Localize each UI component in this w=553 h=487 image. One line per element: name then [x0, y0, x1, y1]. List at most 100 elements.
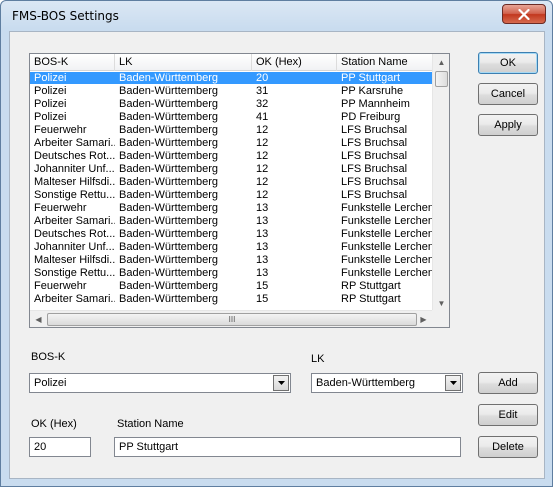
cell-lk: Baden-Württemberg	[119, 163, 219, 175]
column-header-lk[interactable]: LK	[115, 54, 252, 71]
cell-lk: Baden-Württemberg	[119, 189, 219, 201]
cell-station-name: RP Stuttgart	[341, 280, 401, 292]
vertical-scrollbar[interactable]: ▲ ▼	[432, 54, 449, 312]
edit-button[interactable]: Edit	[478, 404, 538, 426]
cell-okhex: 13	[256, 202, 269, 214]
cell-station-name: LFS Bruchsal	[341, 137, 408, 149]
cell-bosk: Sonstige Rettu...	[34, 189, 115, 201]
okhex-field[interactable]	[29, 437, 91, 457]
lk-label: LK	[311, 353, 325, 365]
chevron-down-icon[interactable]	[273, 375, 289, 391]
delete-button[interactable]: Delete	[478, 436, 538, 458]
cell-okhex: 13	[256, 228, 269, 240]
ok-button[interactable]: OK	[478, 52, 538, 74]
table-row[interactable]: Feuerwehr Baden-Württemberg 12 LFS Bruchsal	[30, 124, 432, 136]
cell-okhex: 41	[256, 111, 269, 123]
apply-button[interactable]: Apply	[478, 114, 538, 136]
table-row[interactable]: Polizei Baden-Württemberg 41 PD Freiburg	[30, 111, 432, 123]
cell-okhex: 12	[256, 124, 269, 136]
cell-bosk: Malteser Hilfsdi...	[34, 176, 115, 188]
table-row[interactable]: Deutsches Rot... Baden-Württemberg 13 Funks…	[30, 228, 432, 240]
cell-okhex: 31	[256, 85, 269, 97]
cell-lk: Baden-Württemberg	[119, 98, 219, 110]
scroll-up-icon[interactable]: ▲	[433, 54, 450, 71]
table-row[interactable]: Polizei Baden-Württemberg 20 PP Stuttgart	[30, 72, 432, 84]
table-row[interactable]: Feuerwehr Baden-Württemberg 15 RP Stuttgart	[30, 280, 432, 292]
table-row[interactable]: Malteser Hilfsdi... Baden-Württemberg 12 LF…	[30, 176, 432, 188]
okhex-input[interactable]	[30, 438, 90, 456]
table-row[interactable]: Arbeiter Samari... Baden-Württemberg 13 Fun…	[30, 215, 432, 227]
list-rows: Polizei Baden-Württemberg 20 PP Stuttgart Po…	[30, 72, 432, 312]
cell-okhex: 13	[256, 215, 269, 227]
cell-okhex: 15	[256, 280, 269, 292]
table-row[interactable]: Polizei Baden-Württemberg 31 PP Karsruhe	[30, 85, 432, 97]
table-row[interactable]: Johanniter Unf... Baden-Württemberg 12 LFS …	[30, 163, 432, 175]
cell-okhex: 13	[256, 267, 269, 279]
table-row[interactable]: Arbeiter Samari... Baden-Württemberg 15 RP …	[30, 293, 432, 305]
cancel-button[interactable]: Cancel	[478, 83, 538, 105]
cell-lk: Baden-Württemberg	[119, 241, 219, 253]
cell-station-name: PD Freiburg	[341, 111, 401, 123]
vertical-scroll-thumb[interactable]	[435, 71, 448, 87]
cell-bosk: Polizei	[34, 72, 67, 84]
settings-dialog: FMS-BOS Settings BOS-K LK OK (Hex) Stati…	[0, 0, 553, 487]
bosk-dropdown[interactable]: Polizei	[29, 373, 291, 393]
cell-lk: Baden-Württemberg	[119, 111, 219, 123]
cell-okhex: 12	[256, 176, 269, 188]
column-header-okhex[interactable]: OK (Hex)	[252, 54, 337, 71]
cell-bosk: Malteser Hilfsdi...	[34, 254, 115, 266]
cell-station-name: LFS Bruchsal	[341, 163, 408, 175]
cell-bosk: Feuerwehr	[34, 280, 87, 292]
list-header: BOS-K LK OK (Hex) Station Name	[30, 54, 432, 71]
table-row[interactable]: Malteser Hilfsdi... Baden-Württemberg 13 Fu…	[30, 254, 432, 266]
cell-okhex: 12	[256, 137, 269, 149]
cell-lk: Baden-Württemberg	[119, 293, 219, 305]
okhex-label: OK (Hex)	[31, 418, 77, 430]
station-list[interactable]: BOS-K LK OK (Hex) Station Name Polizei Ba…	[29, 53, 450, 328]
cell-station-name: LFS Bruchsal	[341, 189, 408, 201]
cell-okhex: 13	[256, 241, 269, 253]
table-row[interactable]: Johanniter Unf... Baden-Württemberg 13 Funk…	[30, 241, 432, 253]
horizontal-scroll-thumb[interactable]: III	[47, 313, 417, 326]
close-button[interactable]	[502, 4, 546, 24]
lk-dropdown[interactable]: Baden-Württemberg	[311, 373, 463, 393]
column-header-station-name[interactable]: Station Name	[337, 54, 432, 71]
table-row[interactable]: Arbeiter Samari... Baden-Württemberg 12 LFS…	[30, 137, 432, 149]
station-name-label: Station Name	[117, 418, 184, 430]
cell-lk: Baden-Württemberg	[119, 85, 219, 97]
cell-bosk: Arbeiter Samari...	[34, 215, 115, 227]
cell-bosk: Arbeiter Samari...	[34, 293, 115, 305]
column-header-bosk[interactable]: BOS-K	[30, 54, 115, 71]
cell-lk: Baden-Württemberg	[119, 137, 219, 149]
bosk-value: Polizei	[34, 377, 67, 389]
scroll-left-icon[interactable]: ◀	[30, 311, 47, 328]
cell-station-name: Funkstelle Lerchenbe	[341, 254, 432, 266]
close-icon	[518, 8, 530, 20]
lk-value: Baden-Württemberg	[316, 377, 416, 389]
table-row[interactable]: Sonstige Rettu... Baden-Württemberg 12 LFS …	[30, 189, 432, 201]
cell-bosk: Polizei	[34, 111, 67, 123]
table-row[interactable]: Deutsches Rot... Baden-Württemberg 12 LFS B…	[30, 150, 432, 162]
station-name-input[interactable]	[115, 438, 460, 456]
scroll-right-icon[interactable]: ▶	[415, 311, 432, 328]
station-name-field[interactable]	[114, 437, 461, 457]
cell-lk: Baden-Württemberg	[119, 254, 219, 266]
table-row[interactable]: Polizei Baden-Württemberg 32 PP Mannheim	[30, 98, 432, 110]
cell-bosk: Sonstige Rettu...	[34, 267, 115, 279]
add-button[interactable]: Add	[478, 372, 538, 394]
cell-okhex: 12	[256, 189, 269, 201]
horizontal-scrollbar[interactable]: ◀ III ▶	[30, 310, 432, 327]
table-row[interactable]: Sonstige Rettu... Baden-Württemberg 13 Funk…	[30, 267, 432, 279]
scroll-grip-icon: III	[228, 315, 236, 324]
cell-bosk: Arbeiter Samari...	[34, 137, 115, 149]
cell-station-name: Funkstelle Lerchenbe	[341, 267, 432, 279]
cell-lk: Baden-Württemberg	[119, 202, 219, 214]
cell-okhex: 15	[256, 293, 269, 305]
window-title: FMS-BOS Settings	[12, 9, 119, 23]
cell-lk: Baden-Württemberg	[119, 280, 219, 292]
table-row[interactable]: Feuerwehr Baden-Württemberg 13 Funkstelle L…	[30, 202, 432, 214]
title-bar[interactable]: FMS-BOS Settings	[1, 1, 552, 31]
cell-lk: Baden-Württemberg	[119, 124, 219, 136]
cell-bosk: Feuerwehr	[34, 124, 87, 136]
chevron-down-icon[interactable]	[445, 375, 461, 391]
